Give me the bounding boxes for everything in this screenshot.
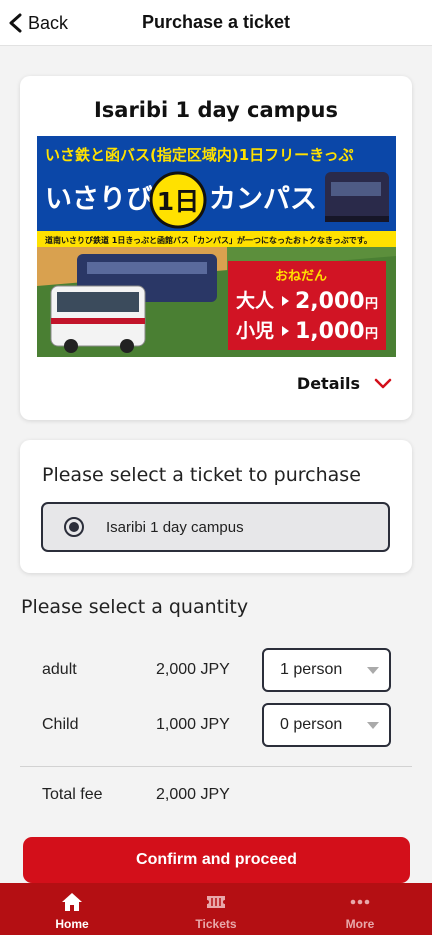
details-toggle[interactable]: Details xyxy=(297,374,392,393)
dropdown-arrow-icon xyxy=(367,667,379,674)
adult-quantity-select[interactable]: 1 person xyxy=(262,648,391,692)
total-fee-label: Total fee xyxy=(42,786,103,803)
ticket-select-heading: Please select a ticket to purchase xyxy=(42,464,361,486)
banner-subtitle: 道南いさりび鉄道 1日きっぷと函館バス「カンパス」が一つになったおトクなきっぷで… xyxy=(45,235,372,245)
nav-item-more[interactable]: More xyxy=(288,883,432,935)
banner-price-heading: おねだん xyxy=(275,269,327,284)
adult-label: adult xyxy=(42,661,77,678)
ticket-option-radio[interactable]: Isaribi 1 day campus xyxy=(41,502,390,552)
home-icon xyxy=(62,893,82,911)
nav-item-home[interactable]: Home xyxy=(0,883,144,935)
confirm-button[interactable]: Confirm and proceed xyxy=(23,837,410,883)
ticket-card: Isaribi 1 day campus いさ鉄と函バス(指定区域内)1日フリー… xyxy=(20,76,412,420)
banner-yen-child: 円 xyxy=(365,327,378,342)
banner-top-line: いさ鉄と函バス(指定区域内)1日フリーきっぷ xyxy=(45,146,354,164)
details-label: Details xyxy=(296,374,360,393)
page-title: Purchase a ticket xyxy=(141,12,291,32)
nav-label-tickets: Tickets xyxy=(195,917,237,931)
divider xyxy=(20,766,412,767)
radio-selected-icon xyxy=(64,517,84,537)
adult-price: 2,000 JPY xyxy=(156,661,230,678)
ticket-name: Isaribi 1 day campus xyxy=(93,98,339,122)
quantity-heading: Please select a quantity xyxy=(21,596,249,618)
ticket-banner-image: いさ鉄と函バス(指定区域内)1日フリーきっぷ いさりび 1日 カンパス 道南いさ… xyxy=(37,136,396,357)
ticket-option-label: Isaribi 1 day campus xyxy=(106,518,244,536)
child-label: Child xyxy=(42,716,79,733)
banner-adult-label: 大人 xyxy=(236,289,275,312)
more-icon xyxy=(350,899,370,905)
banner-title-right: カンパス xyxy=(209,184,317,215)
child-quantity-select[interactable]: 0 person xyxy=(262,703,391,747)
nav-label-home: Home xyxy=(55,917,89,931)
ticket-select-card: Please select a ticket to purchase Isari… xyxy=(20,440,412,573)
adult-quantity-value: 1 person xyxy=(280,661,343,678)
banner-title-left: いさりび xyxy=(45,184,153,215)
banner-child-price: 1,000 xyxy=(295,319,365,344)
child-price: 1,000 JPY xyxy=(156,716,230,733)
banner-title-badge: 1日 xyxy=(157,187,199,216)
ticket-icon xyxy=(207,896,225,908)
banner-child-label: 小児 xyxy=(236,320,274,342)
total-fee-value: 2,000 JPY xyxy=(156,786,230,803)
child-quantity-value: 0 person xyxy=(280,716,343,733)
bottom-nav: Home Tickets More xyxy=(0,883,432,935)
dropdown-arrow-icon xyxy=(367,722,379,729)
banner-yen-adult: 円 xyxy=(365,297,378,312)
chevron-down-icon xyxy=(374,378,392,388)
top-bar: Back Purchase a ticket xyxy=(0,0,432,46)
nav-item-tickets[interactable]: Tickets xyxy=(144,883,288,935)
nav-label-more: More xyxy=(345,917,375,931)
banner-adult-price: 2,000 xyxy=(295,289,365,314)
